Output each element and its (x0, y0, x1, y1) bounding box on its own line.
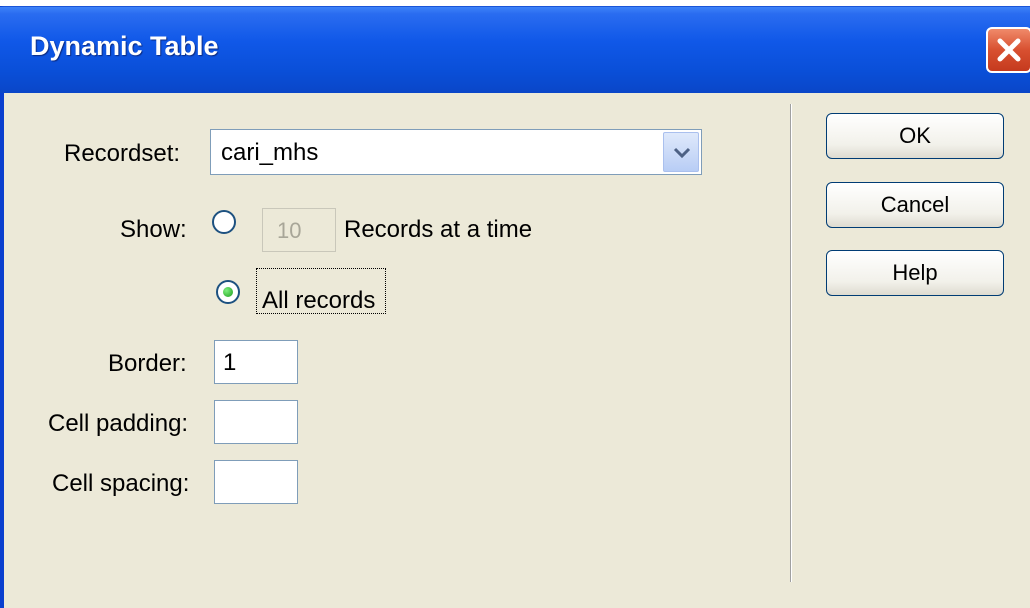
vertical-separator (790, 104, 792, 582)
all-records-radio[interactable] (216, 280, 240, 304)
recordset-dropdown-button[interactable] (663, 132, 699, 172)
records-at-a-time-radio[interactable] (212, 210, 236, 234)
ok-button[interactable]: OK (826, 113, 1004, 159)
records-count-input: 10 (262, 208, 336, 252)
cell-padding-field[interactable] (214, 400, 298, 444)
help-button[interactable]: Help (826, 250, 1004, 296)
recordset-value: cari_mhs (221, 139, 319, 166)
recordset-select[interactable]: cari_mhs (210, 129, 702, 175)
chevron-down-icon (673, 147, 691, 159)
all-records-label[interactable]: All records (262, 287, 375, 315)
border-label: Border: (108, 350, 187, 377)
radio-selected-dot (223, 287, 233, 297)
cell-padding-label: Cell padding: (48, 410, 189, 437)
close-button[interactable] (986, 27, 1030, 73)
border-field[interactable]: 1 (214, 340, 298, 384)
cell-spacing-field[interactable] (214, 460, 298, 504)
recordset-label: Recordset: (64, 140, 181, 167)
show-label: Show: (120, 216, 187, 243)
window-title: Dynamic Table (30, 31, 219, 61)
cell-spacing-label: Cell spacing: (52, 470, 190, 497)
records-at-a-time-label: Records at a time (344, 216, 533, 243)
dynamic-table-dialog: Dynamic Table (0, 6, 1030, 608)
title-bar[interactable]: Dynamic Table (0, 7, 1030, 93)
close-icon (997, 38, 1021, 62)
cancel-button[interactable]: Cancel (826, 182, 1004, 228)
